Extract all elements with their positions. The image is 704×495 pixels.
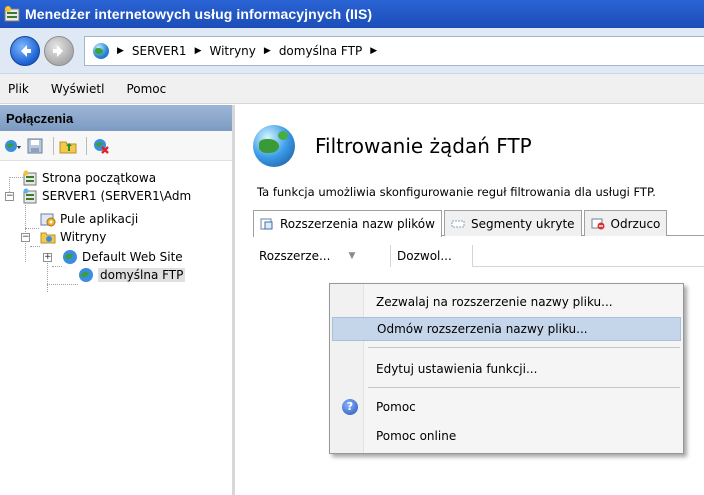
menu-item-deny-extension[interactable]: Odmów rozszerzenia nazwy pliku...	[332, 317, 681, 341]
back-button[interactable]	[10, 35, 40, 66]
page-title: Filtrowanie żądań FTP	[315, 134, 532, 158]
forward-button[interactable]	[44, 35, 74, 66]
deny-icon	[591, 218, 605, 230]
toolbar-separator	[53, 136, 54, 155]
connections-header: Połączenia	[0, 105, 232, 131]
window-title: Menedżer internetowych usług informacyjn…	[25, 6, 373, 22]
tree-item-default-web-site[interactable]: Default Web Site	[62, 248, 183, 266]
tab-denied[interactable]: Odrzuco	[583, 210, 668, 236]
breadcrumb-server[interactable]: SERVER1	[132, 44, 187, 58]
up-folder-icon[interactable]	[59, 137, 77, 155]
chevron-right-icon[interactable]: ▶	[117, 46, 124, 56]
globe-icon	[253, 125, 295, 167]
connections-pane: Połączenia Strona początkowa − SERVER1 (…	[0, 105, 235, 495]
title-bar: Menedżer internetowych usług informacyjn…	[0, 0, 704, 28]
tree-item-ftp-site[interactable]: domyślna FTP	[78, 266, 186, 284]
help-icon: ?	[342, 399, 358, 415]
feature-header: Filtrowanie żądań FTP	[253, 125, 532, 167]
menu-item-edit-settings[interactable]: Edytuj ustawienia funkcji...	[332, 357, 681, 381]
tree-line	[52, 266, 62, 267]
feature-tabs: Rozszerzenia nazw plików Segmenty ukryte…	[253, 210, 704, 237]
address-breadcrumb[interactable]: ▶ SERVER1 ▶ Witryny ▶ domyślna FTP ▶	[84, 35, 704, 66]
iis-app-icon	[3, 5, 21, 23]
file-extension-icon	[260, 218, 274, 230]
tab-hidden-segments[interactable]: Segmenty ukryte	[443, 210, 582, 236]
tab-label: Odrzuco	[610, 216, 661, 231]
column-extension[interactable]: Rozszerze... ▼	[253, 245, 391, 267]
save-icon[interactable]	[26, 137, 44, 155]
tree-item-server[interactable]: SERVER1 (SERVER1\Adm	[22, 187, 191, 205]
hidden-segments-icon	[451, 218, 465, 230]
menu-item-label: Odmów rozszerzenia nazwy pliku...	[377, 322, 588, 336]
expand-toggle[interactable]: +	[43, 253, 52, 262]
chevron-right-icon[interactable]: ▶	[195, 46, 202, 56]
column-label: Dozwol...	[397, 249, 452, 263]
tree-line	[47, 284, 78, 285]
tree-item-label: domyślna FTP	[98, 268, 186, 282]
menu-help[interactable]: Pomoc	[126, 82, 166, 96]
tree-item-label: Witryny	[60, 230, 107, 244]
tab-file-extensions[interactable]: Rozszerzenia nazw plików	[253, 210, 442, 237]
tree-item-app-pools[interactable]: Pule aplikacji	[40, 210, 138, 228]
menu-separator	[368, 347, 680, 348]
tab-label: Rozszerzenia nazw plików	[280, 217, 435, 231]
menu-bar: Plik Wyświetl Pomoc	[0, 74, 704, 104]
tree-item-start-page[interactable]: Strona początkowa	[22, 169, 156, 187]
arrow-right-icon	[53, 44, 63, 57]
feature-description: Ta funkcja umożliwia skonfigurowanie reg…	[257, 185, 656, 199]
tree-line	[25, 228, 39, 229]
breadcrumb-sites[interactable]: Witryny	[210, 44, 256, 58]
tab-label: Segmenty ukryte	[470, 216, 575, 231]
menu-item-label: Pomoc	[376, 400, 416, 414]
arrow-left-icon	[21, 44, 31, 57]
menu-file[interactable]: Plik	[8, 82, 29, 96]
chevron-right-icon[interactable]: ▶	[370, 46, 377, 56]
tree-item-label: Default Web Site	[82, 250, 183, 264]
menu-item-label: Zezwalaj na rozszerzenie nazwy pliku...	[376, 295, 613, 309]
collapse-toggle[interactable]: −	[21, 233, 30, 242]
address-bar: ▶ SERVER1 ▶ Witryny ▶ domyślna FTP ▶	[0, 28, 704, 74]
column-label: Rozszerze...	[259, 249, 331, 263]
tree-item-label: SERVER1 (SERVER1\Adm	[42, 189, 192, 203]
menu-item-help-online[interactable]: Pomoc online	[332, 424, 681, 448]
tree-line	[30, 246, 40, 247]
menu-item-label: Edytuj ustawienia funkcji...	[376, 362, 538, 376]
breadcrumb-ftp-site[interactable]: domyślna FTP	[279, 44, 362, 58]
menu-view[interactable]: Wyświetl	[51, 82, 105, 96]
tree-item-label: Pule aplikacji	[60, 212, 139, 226]
toolbar-separator	[86, 136, 87, 155]
sort-down-icon: ▼	[348, 251, 356, 261]
menu-item-help[interactable]: ? Pomoc	[332, 395, 681, 419]
column-allowed[interactable]: Dozwol...	[391, 245, 473, 267]
connections-toolbar	[0, 131, 232, 161]
menu-separator	[368, 387, 680, 388]
folder-icon	[40, 229, 56, 245]
globe-icon	[93, 42, 109, 59]
server-icon	[22, 188, 38, 204]
globe-icon	[62, 249, 78, 265]
collapse-toggle[interactable]: −	[5, 192, 14, 201]
list-column-headers: Rozszerze... ▼ Dozwol...	[253, 245, 704, 267]
menu-item-label: Pomoc online	[376, 429, 457, 443]
context-menu: Zezwalaj na rozszerzenie nazwy pliku... …	[329, 283, 684, 454]
start-page-icon	[22, 170, 38, 186]
tree-item-label: Strona początkowa	[42, 171, 157, 185]
menu-item-allow-extension[interactable]: Zezwalaj na rozszerzenie nazwy pliku...	[332, 290, 681, 314]
chevron-right-icon[interactable]: ▶	[264, 46, 271, 56]
connect-icon[interactable]	[4, 137, 22, 155]
tree-line	[9, 177, 23, 178]
app-pools-icon	[40, 211, 56, 227]
globe-icon	[78, 267, 94, 283]
delete-connection-icon[interactable]	[92, 137, 110, 155]
tree-item-sites[interactable]: Witryny	[40, 228, 106, 246]
